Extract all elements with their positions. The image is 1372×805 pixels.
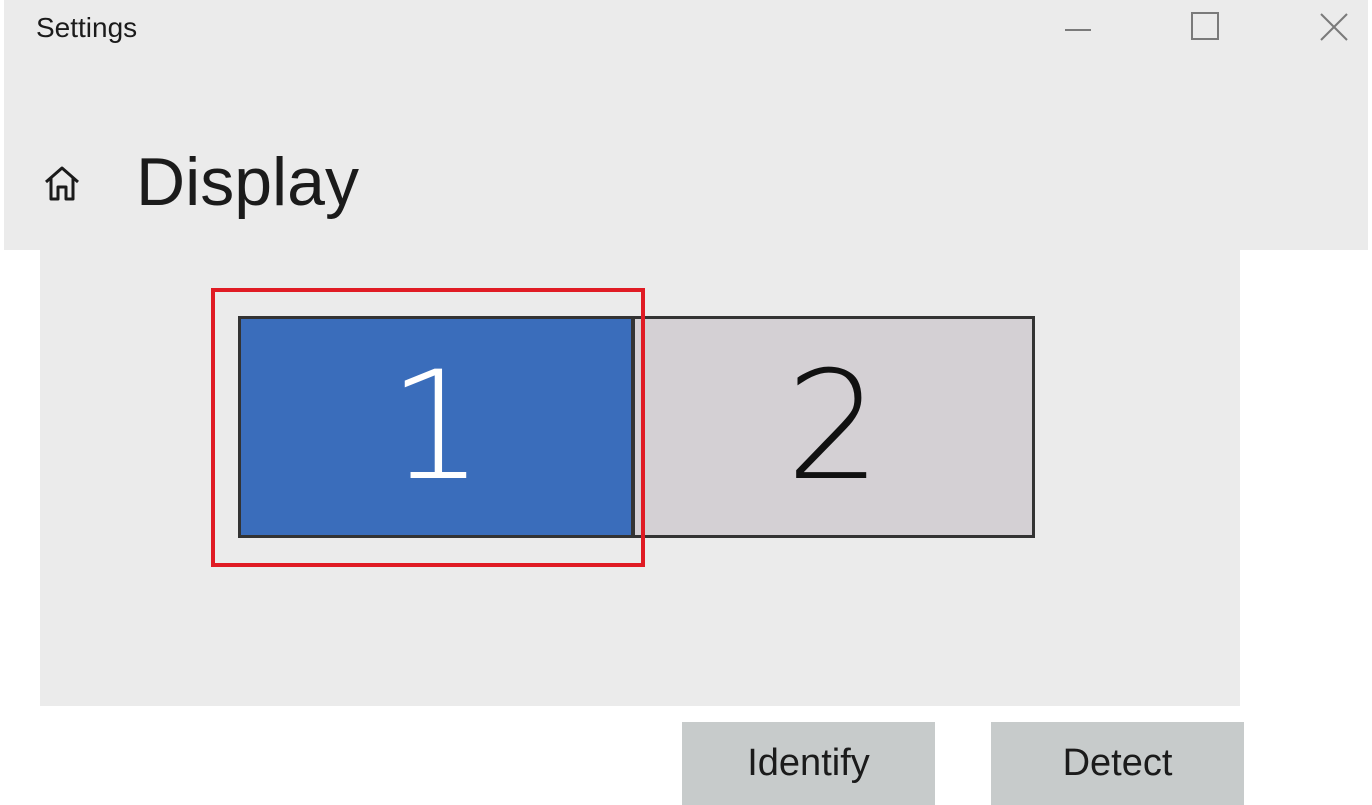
monitor-number: 2: [785, 340, 882, 514]
detect-button[interactable]: Detect: [991, 722, 1244, 805]
minimize-icon: [1065, 29, 1091, 31]
identify-button[interactable]: Identify: [682, 722, 935, 805]
maximize-button[interactable]: [1176, 6, 1236, 52]
minimize-button[interactable]: [1049, 6, 1109, 52]
close-icon: [1320, 13, 1348, 41]
window-title: Settings: [36, 12, 138, 43]
monitor-1-tile[interactable]: 1: [238, 316, 634, 538]
home-icon[interactable]: [42, 163, 82, 203]
maximize-icon: [1191, 12, 1219, 40]
monitor-number: 1: [388, 340, 484, 514]
close-button[interactable]: [1304, 6, 1364, 52]
monitor-2-tile[interactable]: 2: [632, 316, 1035, 538]
page-title: Display: [136, 144, 359, 220]
title-bar-area: Settings Display: [4, 0, 1368, 250]
